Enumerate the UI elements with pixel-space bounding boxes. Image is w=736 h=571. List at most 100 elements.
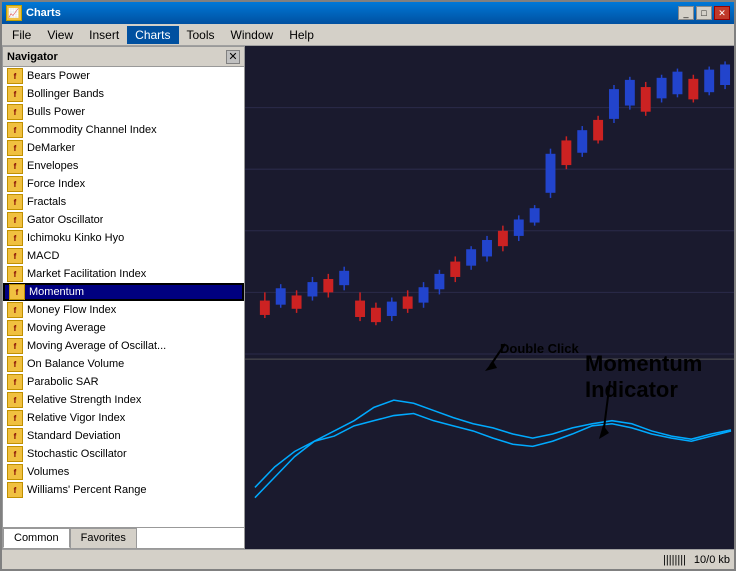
nav-item-macd[interactable]: f MACD <box>3 247 244 265</box>
indicator-label: Standard Deviation <box>27 430 121 442</box>
indicator-label: Volumes <box>27 466 69 478</box>
indicator-icon: f <box>7 374 23 390</box>
nav-item-on-balance-volume[interactable]: f On Balance Volume <box>3 355 244 373</box>
indicator-icon: f <box>7 122 23 138</box>
chart-svg <box>245 46 734 549</box>
nav-item-williams'-percent-range[interactable]: f Williams' Percent Range <box>3 481 244 499</box>
momentum-arrow <box>595 381 625 441</box>
menu-view[interactable]: View <box>39 26 81 44</box>
menu-bar: File View Insert Charts Tools Window Hel… <box>2 24 734 46</box>
indicator-icon: f <box>7 356 23 372</box>
menu-file[interactable]: File <box>4 26 39 44</box>
nav-item-parabolic-sar[interactable]: f Parabolic SAR <box>3 373 244 391</box>
navigator-panel: Navigator ✕ f Bears Power fBollinger Bands… <box>2 46 245 549</box>
indicator-icon: f <box>7 320 23 336</box>
indicator-icon: f <box>7 230 23 246</box>
indicator-label: MACD <box>27 250 59 262</box>
menu-tools[interactable]: Tools <box>179 26 223 44</box>
nav-item-fractals[interactable]: f Fractals <box>3 193 244 211</box>
indicator-icon: f <box>7 176 23 192</box>
indicator-icon: f <box>7 482 23 498</box>
navigator-list[interactable]: fBears PowerfBollinger BandsfBulls Power… <box>3 67 244 527</box>
nav-item-stochastic-oscillator[interactable]: fStochastic Oscillator <box>3 445 244 463</box>
indicator-label: Market Facilitation Index <box>27 268 146 280</box>
main-content: Navigator ✕ f Bears Power fBollinger Bands… <box>2 46 734 549</box>
title-bar-left: 📈 Charts <box>6 5 61 21</box>
nav-item-moving-average-of-oscillat...[interactable]: f Moving Average of Oscillat... <box>3 337 244 355</box>
nav-item-bulls-power[interactable]: f Bulls Power <box>3 103 244 121</box>
indicator-icon: f <box>9 284 25 300</box>
indicator-label: Ichimoku Kinko Hyo <box>27 232 124 244</box>
indicator-label: Money Flow Index <box>27 304 116 316</box>
nav-item-relative-vigor-index[interactable]: f Relative Vigor Index <box>3 409 244 427</box>
maximize-button[interactable]: □ <box>696 6 712 20</box>
indicator-icon: f <box>7 86 23 102</box>
indicator-icon: f <box>7 248 23 264</box>
status-info: 10/0 kb <box>694 554 730 566</box>
nav-item-demarker[interactable]: f DeMarker <box>3 139 244 157</box>
indicator-label: Williams' Percent Range <box>27 484 146 496</box>
tab-favorites[interactable]: Favorites <box>70 528 137 548</box>
menu-insert[interactable]: Insert <box>81 26 127 44</box>
indicator-icon: f <box>7 428 23 444</box>
nav-item-volumes[interactable]: f Volumes <box>3 463 244 481</box>
indicator-icon: f <box>7 104 23 120</box>
navigator-tabs: Common Favorites <box>3 527 244 548</box>
nav-item-force-index[interactable]: f Force Index <box>3 175 244 193</box>
indicator-label: Relative Vigor Index <box>27 412 125 424</box>
minimize-button[interactable]: _ <box>678 6 694 20</box>
navigator-close-button[interactable]: ✕ <box>226 50 240 64</box>
tab-common[interactable]: Common <box>3 528 70 548</box>
indicator-icon: f <box>7 464 23 480</box>
nav-item-momentum[interactable]: f Momentum <box>3 283 244 301</box>
menu-window[interactable]: Window <box>223 26 282 44</box>
app-icon: 📈 <box>6 5 22 21</box>
nav-item-gator-oscillator[interactable]: f Gator Oscillator <box>3 211 244 229</box>
indicator-label: Force Index <box>27 178 85 190</box>
title-bar-text: Charts <box>26 7 61 19</box>
nav-item-standard-deviation[interactable]: f Standard Deviation <box>3 427 244 445</box>
indicator-label: Parabolic SAR <box>27 376 99 388</box>
indicator-label: Moving Average of Oscillat... <box>27 340 166 352</box>
status-bar: |||||||| 10/0 kb <box>2 549 734 569</box>
nav-item-ichimoku-kinko-hyo[interactable]: f Ichimoku Kinko Hyo <box>3 229 244 247</box>
navigator-title-bar: Navigator ✕ <box>3 47 244 67</box>
chart-area: Double Click Momentum Indicator <box>245 46 734 549</box>
nav-item-bollinger-bands[interactable]: fBollinger Bands <box>3 85 244 103</box>
indicator-label: Relative Strength Index <box>27 394 141 406</box>
menu-charts[interactable]: Charts <box>127 26 178 44</box>
indicator-icon: f <box>7 392 23 408</box>
nav-item-moving-average[interactable]: f Moving Average <box>3 319 244 337</box>
indicator-label: Envelopes <box>27 160 78 172</box>
nav-item-relative-strength-index[interactable]: f Relative Strength Index <box>3 391 244 409</box>
nav-item-market-facilitation-index[interactable]: f Market Facilitation Index <box>3 265 244 283</box>
nav-item-envelopes[interactable]: fEnvelopes <box>3 157 244 175</box>
indicator-label: Commodity Channel Index <box>27 124 157 136</box>
indicator-label: Bulls Power <box>27 106 85 118</box>
indicator-icon: f <box>7 212 23 228</box>
indicator-label: On Balance Volume <box>27 358 124 370</box>
status-chart-icon: |||||||| <box>663 554 686 566</box>
indicator-icon: f <box>7 410 23 426</box>
nav-item-commodity-channel-index[interactable]: f Commodity Channel Index <box>3 121 244 139</box>
main-window: 📈 Charts _ □ ✕ File View Insert Charts T… <box>0 0 736 571</box>
indicator-label: Fractals <box>27 196 66 208</box>
close-button[interactable]: ✕ <box>714 6 730 20</box>
indicator-icon: f <box>7 338 23 354</box>
indicator-icon: f <box>7 140 23 156</box>
indicator-label: Momentum <box>29 286 84 298</box>
indicator-icon: f <box>7 266 23 282</box>
indicator-label: DeMarker <box>27 142 75 154</box>
indicator-label: Bears Power <box>27 70 90 82</box>
indicator-icon: f <box>7 194 23 210</box>
indicator-icon: f <box>7 68 23 84</box>
title-bar-buttons: _ □ ✕ <box>678 6 730 20</box>
menu-help[interactable]: Help <box>281 26 322 44</box>
title-bar: 📈 Charts _ □ ✕ <box>2 2 734 24</box>
nav-item-bears-power[interactable]: f Bears Power <box>3 67 244 85</box>
nav-item-money-flow-index[interactable]: fMoney Flow Index <box>3 301 244 319</box>
double-click-arrow <box>485 336 545 376</box>
indicator-icon: f <box>7 446 23 462</box>
indicator-label: Moving Average <box>27 322 106 334</box>
indicator-label: Gator Oscillator <box>27 214 103 226</box>
